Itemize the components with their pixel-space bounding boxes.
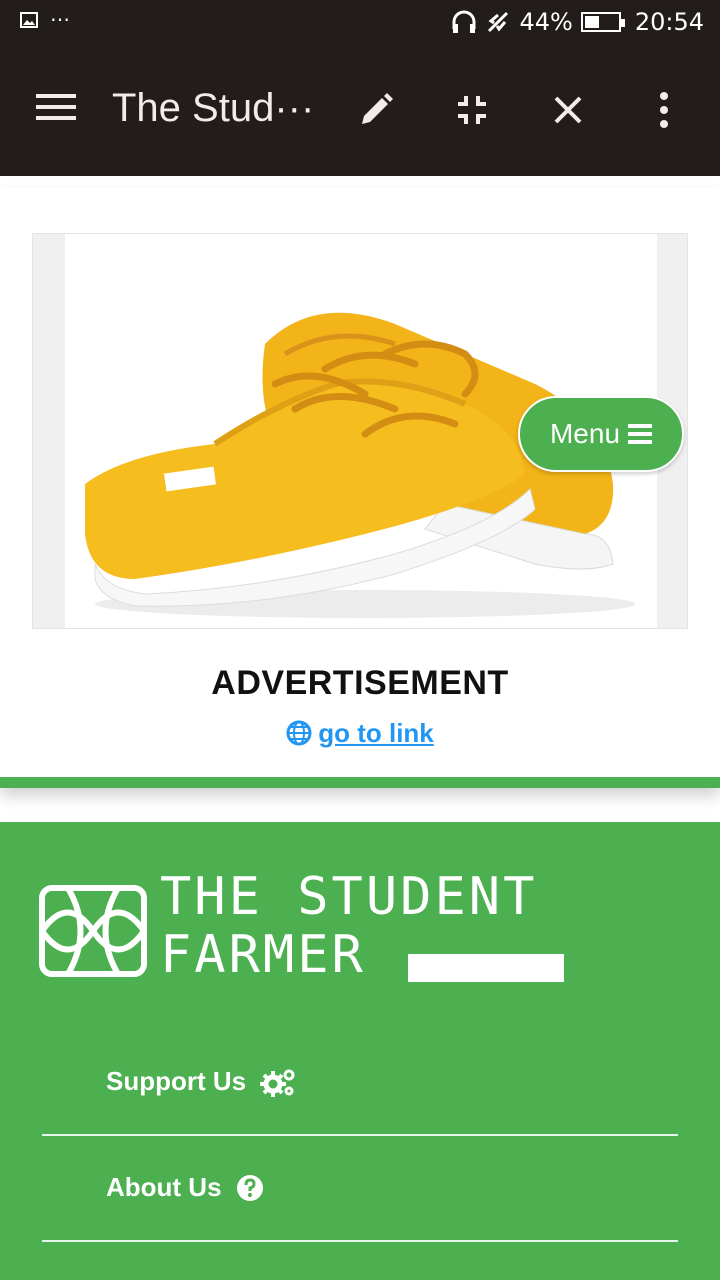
- logo-line-1: THE STUDENT: [160, 867, 538, 927]
- close-icon[interactable]: [548, 90, 588, 130]
- status-bar: ⋯ 44% 20:54: [0, 0, 720, 48]
- headphones-icon: [452, 10, 476, 33]
- footer-divider-2: [42, 1240, 678, 1242]
- cogs-icon: [260, 1069, 295, 1097]
- menu-button-label: Menu: [549, 418, 621, 449]
- menu-icon[interactable]: [36, 94, 76, 126]
- celtic-knot-logo-icon[interactable]: [38, 884, 148, 978]
- battery-percent: 44%: [519, 8, 573, 36]
- airplane-mode-icon: [488, 11, 509, 33]
- footer-item-support-us[interactable]: Support Us: [106, 1066, 296, 1097]
- footer-divider-1: [42, 1134, 678, 1136]
- footer: THE STUDENT FARMER Support Us About Us: [0, 822, 720, 1280]
- support-us-label: Support Us: [106, 1066, 247, 1096]
- status-right: 44% 20:54: [451, 8, 704, 36]
- ad-heading: ADVERTISEMENT: [211, 664, 509, 702]
- about-us-label: About Us: [106, 1172, 222, 1202]
- image-icon: [20, 12, 38, 28]
- exit-fullscreen-icon[interactable]: [452, 90, 492, 130]
- status-left: ⋯: [20, 9, 70, 31]
- go-to-link[interactable]: go to link: [0, 718, 720, 749]
- page-title: The Stud···: [112, 86, 315, 130]
- hamburger-icon: [628, 420, 653, 448]
- go-to-link-label: go to link: [318, 718, 434, 748]
- bottom-green-divider: [0, 777, 720, 788]
- edit-icon[interactable]: [356, 90, 396, 130]
- floating-menu-button[interactable]: Menu: [518, 396, 684, 472]
- battery-icon: [580, 12, 625, 32]
- app-toolbar: The Stud···: [0, 48, 720, 176]
- footer-item-about-us[interactable]: About Us: [106, 1172, 264, 1203]
- advertisement-card: ADVERTISEMENT go to link: [0, 188, 720, 788]
- more-dots-icon: ⋯: [50, 9, 70, 31]
- more-vert-icon[interactable]: [644, 90, 684, 130]
- clock: 20:54: [634, 8, 704, 36]
- question-circle-icon: [236, 1174, 263, 1201]
- logo-underline-bar: [408, 954, 564, 982]
- globe-icon: [286, 720, 312, 746]
- battery-fill: [584, 16, 599, 28]
